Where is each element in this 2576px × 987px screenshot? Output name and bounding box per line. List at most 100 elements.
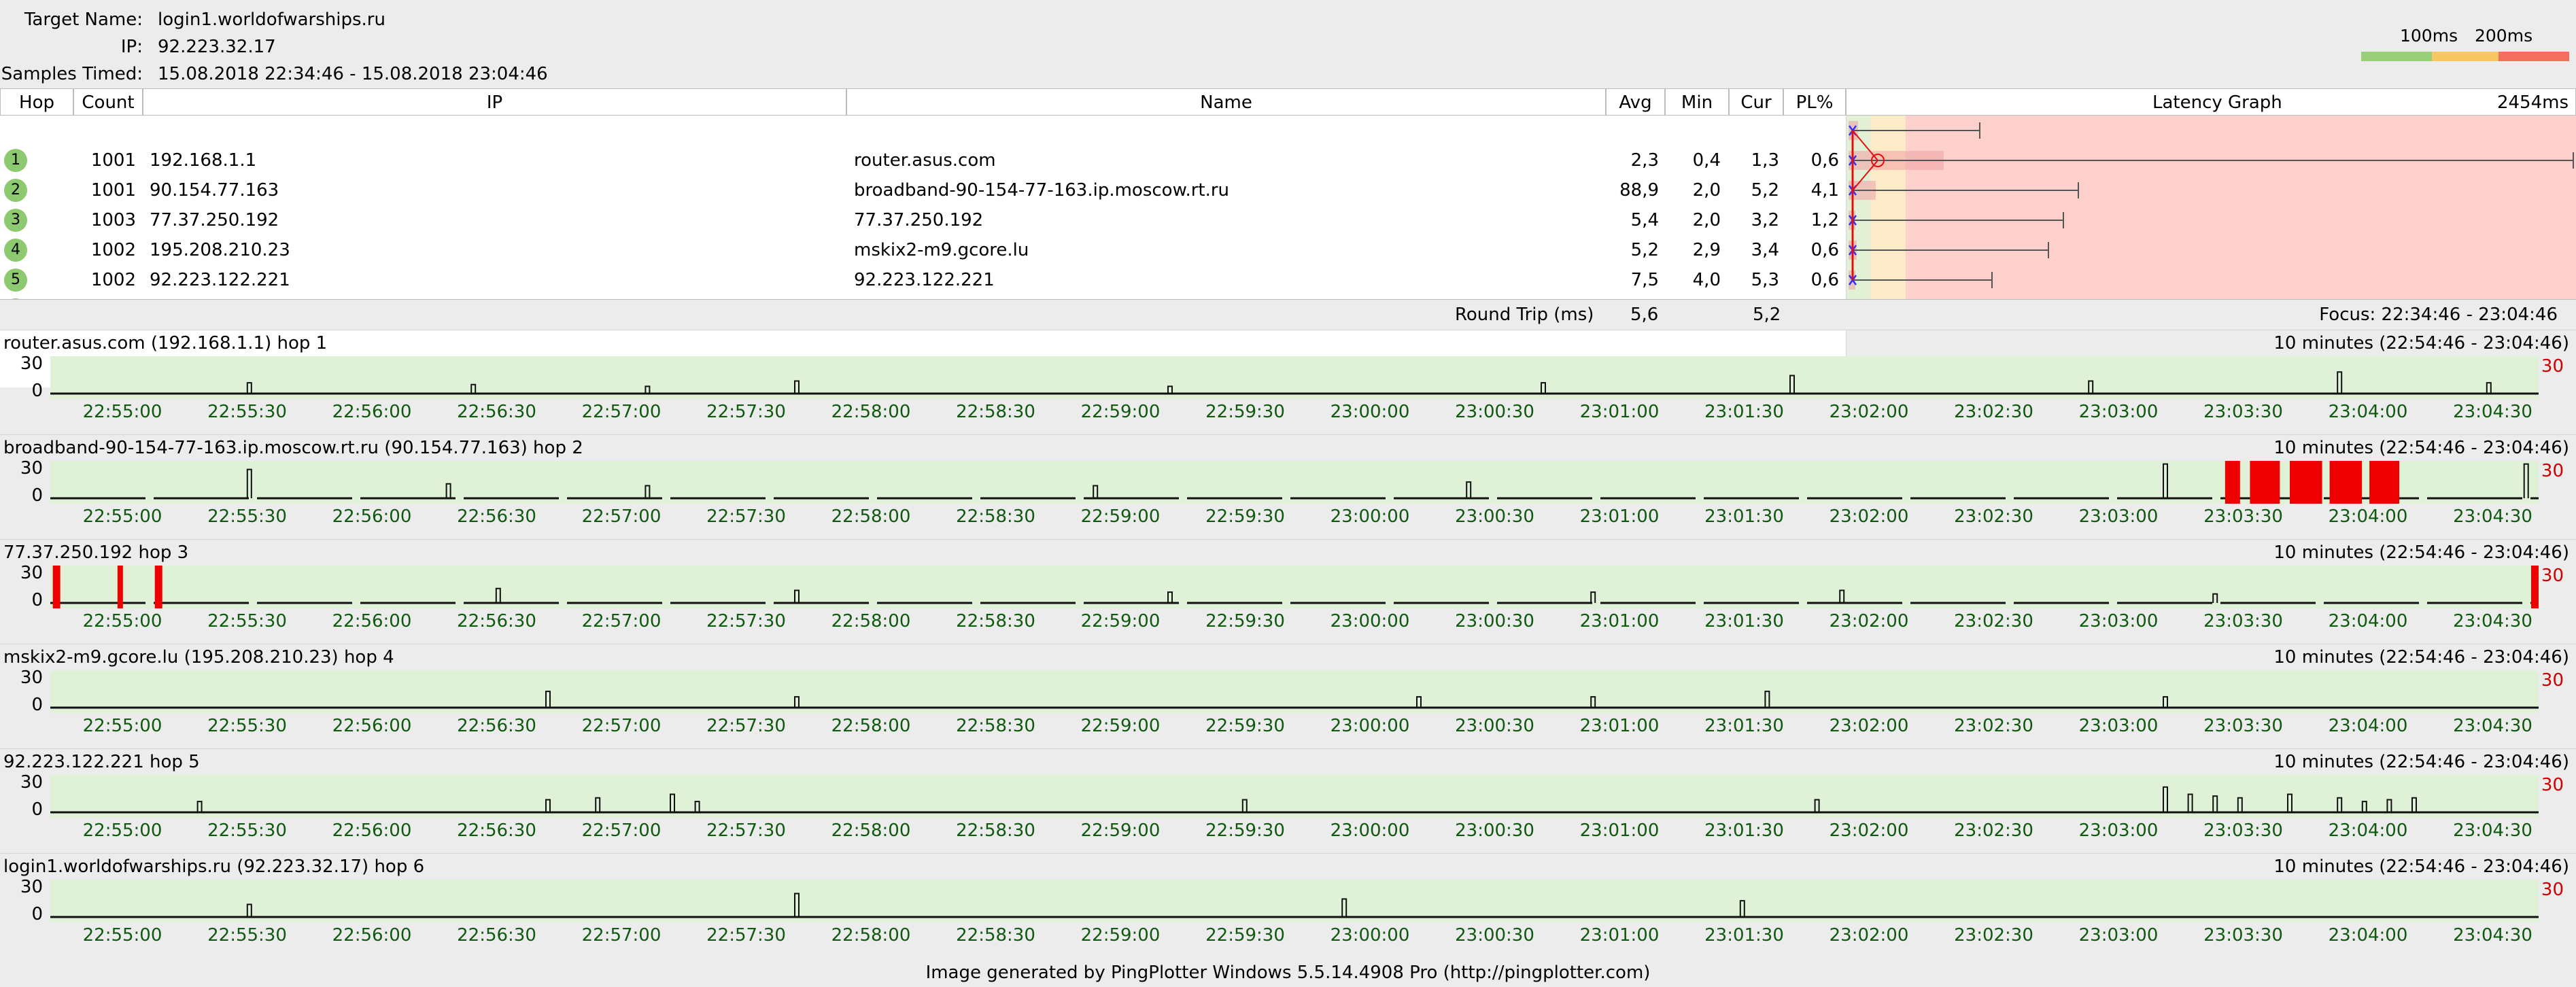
x-tick-label: 23:00:00	[1330, 820, 1410, 841]
timeline-spike	[2337, 371, 2343, 394]
col-latency-graph[interactable]: Latency Graph 2454ms	[1846, 88, 2576, 116]
row-count: 1002	[90, 240, 136, 260]
x-tick-label: 22:57:30	[706, 611, 786, 631]
hop-number-badge: 4	[4, 239, 27, 262]
latency-timeline-plot[interactable]	[50, 880, 2539, 922]
x-tick-label: 23:03:00	[2078, 402, 2159, 422]
timeline-spike	[1167, 591, 1173, 603]
x-tick-label: 22:56:30	[457, 402, 536, 422]
x-tick-label: 23:04:00	[2328, 925, 2408, 946]
row-name: router.asus.com	[854, 150, 996, 171]
x-tick-label: 22:58:00	[831, 506, 911, 527]
row-name: 92.223.122.221	[854, 270, 995, 290]
x-tick-label: 22:59:30	[1205, 716, 1285, 736]
col-pl[interactable]: PL%	[1783, 88, 1846, 116]
latency-graph-svg	[1847, 116, 2576, 299]
x-tick-label: 23:01:30	[1704, 820, 1784, 841]
latency-timeline-plot[interactable]	[50, 775, 2539, 818]
x-tick-label: 23:00:30	[1455, 506, 1534, 527]
x-tick-label: 23:01:00	[1579, 716, 1660, 736]
x-tick-label: 23:02:30	[1954, 611, 2033, 631]
row-min: 2,0	[1692, 180, 1721, 201]
panel-scale-max: 30	[2541, 775, 2564, 795]
latency-graph	[1847, 116, 2576, 299]
panel-title: mskix2-m9.gcore.lu (195.208.210.23) hop …	[3, 647, 394, 668]
latency-timeline-plot[interactable]	[50, 461, 2539, 504]
x-tick-label: 22:58:30	[956, 820, 1035, 841]
panel-scale-max: 30	[2541, 880, 2564, 900]
x-tick-label: 22:55:30	[207, 402, 287, 422]
row-min: 0,4	[1692, 150, 1721, 171]
panel-time-range: 10 minutes (22:54:46 - 23:04:46)	[2273, 333, 2569, 353]
x-tick-label: 23:03:00	[2078, 820, 2159, 841]
col-min[interactable]: Min	[1665, 88, 1729, 116]
row-avg: 7,5	[1630, 270, 1659, 290]
timeline-spike	[1764, 691, 1770, 708]
x-axis-labels: 22:55:00 22:55:30 22:56:00 22:56:30 22:57:00…	[50, 820, 2539, 845]
col-hop[interactable]: Hop	[0, 88, 73, 116]
x-tick-label: 23:03:30	[2203, 925, 2283, 946]
row-name: broadband-90-154-77-163.ip.moscow.rt.ru	[854, 180, 1230, 201]
x-tick-label: 23:02:00	[1829, 820, 1909, 841]
x-tick-label: 22:55:00	[82, 716, 162, 736]
packet-loss-bar	[2250, 461, 2280, 504]
hop-number-badge: 5	[4, 269, 27, 292]
x-tick-label: 22:56:00	[332, 925, 412, 946]
panel-time-range: 10 minutes (22:54:46 - 23:04:46)	[2273, 438, 2569, 458]
x-tick-label: 23:01:00	[1579, 402, 1660, 422]
row-pl: 0,6	[1810, 150, 1839, 171]
row-ip: 92.223.122.221	[150, 270, 290, 290]
col-cur[interactable]: Cur	[1729, 88, 1783, 116]
col-avg[interactable]: Avg	[1606, 88, 1665, 116]
x-tick-label: 22:58:00	[831, 820, 911, 841]
x-tick-label: 23:02:00	[1829, 716, 1909, 736]
x-tick-label: 22:57:00	[581, 611, 662, 631]
x-tick-label: 23:00:00	[1330, 925, 1410, 946]
x-tick-label: 23:04:30	[2453, 402, 2532, 422]
y-tick-0: 0	[31, 799, 43, 820]
timeline-spike	[794, 893, 800, 917]
timeline-spike	[1466, 481, 1472, 498]
legend-bar-warn	[2432, 52, 2498, 61]
target-name-label: Target Name:	[24, 10, 143, 30]
x-tick-label: 22:58:30	[956, 716, 1035, 736]
x-tick-label: 22:59:30	[1205, 611, 1285, 631]
x-tick-label: 22:57:00	[581, 820, 662, 841]
hop-number-badge: 3	[4, 209, 27, 232]
latency-timeline-plot[interactable]	[50, 566, 2539, 608]
focus-range: Focus: 22:34:46 - 23:04:46	[2319, 305, 2558, 325]
x-tick-label: 22:59:30	[1205, 506, 1285, 527]
panel-scale-max: 30	[2541, 461, 2564, 481]
x-tick-label: 22:56:30	[457, 820, 536, 841]
timeline-spike	[1093, 485, 1099, 498]
x-tick-label: 22:55:00	[82, 925, 162, 946]
x-tick-label: 22:58:30	[956, 402, 1035, 422]
col-name[interactable]: Name	[846, 88, 1606, 116]
latency-timeline-plot[interactable]	[50, 356, 2539, 399]
hop-timeline-panel: 77.37.250.192 hop 3 10 minutes (22:54:46 …	[0, 539, 2576, 644]
row-avg: 88,9	[1619, 180, 1659, 201]
timeline-spike	[1839, 589, 1845, 603]
x-tick-label: 22:55:30	[207, 820, 287, 841]
row-cur: 3,2	[1751, 210, 1779, 230]
x-tick-label: 23:00:30	[1455, 716, 1534, 736]
x-tick-label: 22:56:30	[457, 716, 536, 736]
x-tick-label: 23:02:30	[1954, 716, 2033, 736]
panel-scale-max: 30	[2541, 356, 2564, 377]
col-count[interactable]: Count	[73, 88, 143, 116]
row-pl: 1,2	[1810, 210, 1839, 230]
row-cur: 3,4	[1751, 240, 1779, 260]
packet-loss-bar	[52, 566, 61, 608]
x-tick-label: 22:59:00	[1080, 611, 1161, 631]
timeline-spike	[2237, 797, 2243, 812]
timeline-spike	[545, 799, 551, 812]
x-axis-labels: 22:55:00 22:55:30 22:56:00 22:56:30 22:57:00…	[50, 506, 2539, 531]
x-tick-label: 23:04:30	[2453, 820, 2532, 841]
latency-timeline-plot[interactable]	[50, 670, 2539, 713]
col-ip[interactable]: IP	[143, 88, 846, 116]
row-avg: 2,3	[1630, 150, 1659, 171]
x-tick-label: 22:56:00	[332, 820, 412, 841]
x-tick-label: 22:57:30	[706, 925, 786, 946]
panel-time-range: 10 minutes (22:54:46 - 23:04:46)	[2273, 542, 2569, 563]
timeline-svg	[50, 566, 2539, 608]
